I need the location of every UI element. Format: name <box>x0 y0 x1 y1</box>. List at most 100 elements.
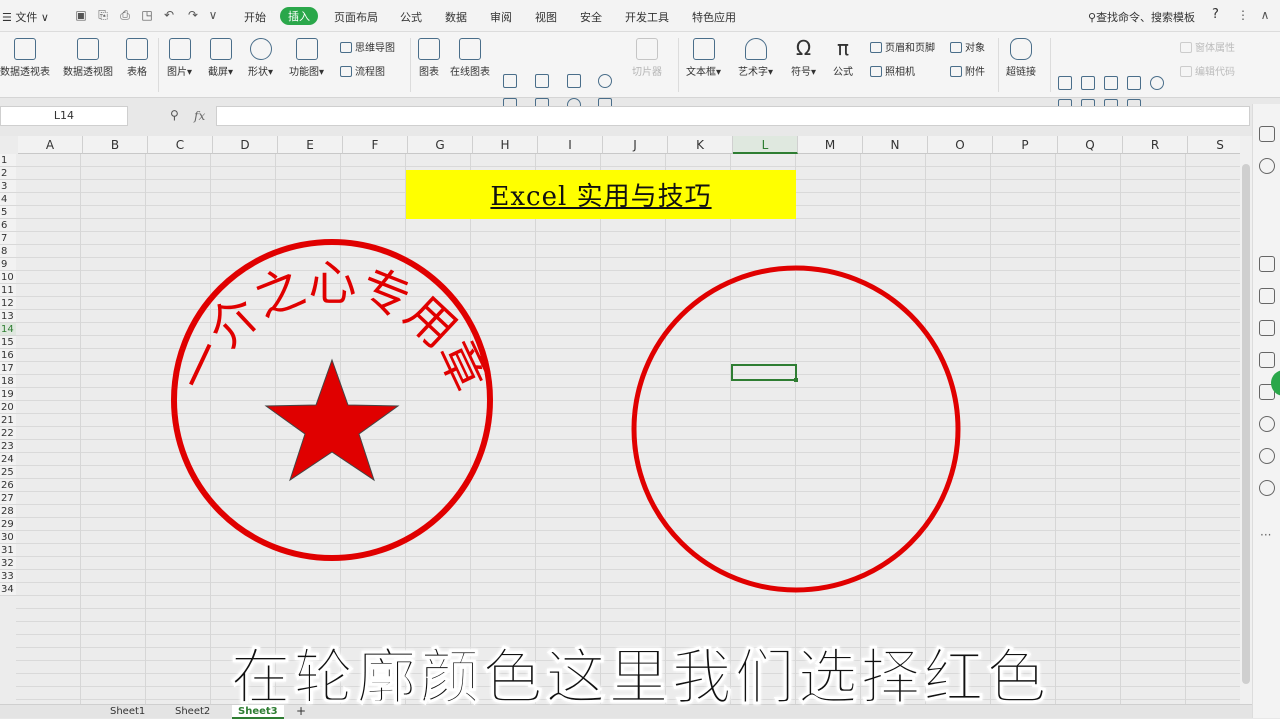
button-control-icon[interactable] <box>1081 76 1095 90</box>
column-header-i[interactable]: I <box>538 136 603 154</box>
star-outline-icon[interactable] <box>1259 288 1275 304</box>
archive-icon[interactable] <box>1259 320 1275 336</box>
column-header-s[interactable]: S <box>1188 136 1240 154</box>
column-header-h[interactable]: H <box>473 136 538 154</box>
column-header-n[interactable]: N <box>863 136 928 154</box>
column-header-b[interactable]: B <box>83 136 148 154</box>
row-header-23[interactable]: 23 <box>0 440 16 453</box>
column-header-c[interactable]: C <box>148 136 213 154</box>
collapse-icon[interactable]: ∧ <box>1258 8 1272 22</box>
pivot-chart-button[interactable]: 数据透视图 <box>63 38 113 78</box>
seal-stamp[interactable]: 一介之心专用章 <box>160 232 505 567</box>
line-chart-icon[interactable] <box>535 74 549 88</box>
pivot-table-button[interactable]: 数据透视表 <box>0 38 50 78</box>
row-header-11[interactable]: 11 <box>0 284 16 297</box>
column-header-o[interactable]: O <box>928 136 993 154</box>
textbox-button[interactable]: 文本框▾ <box>686 38 721 78</box>
title-cell[interactable]: Excel 实用与技巧 <box>406 170 796 219</box>
row-header-10[interactable]: 10 <box>0 271 16 284</box>
column-header-l[interactable]: L <box>733 136 798 154</box>
chart-button[interactable]: 图表 <box>418 38 440 78</box>
row-header-21[interactable]: 21 <box>0 414 16 427</box>
row-header-17[interactable]: 17 <box>0 362 16 375</box>
row-header-18[interactable]: 18 <box>0 375 16 388</box>
edit-code-button[interactable]: 编辑代码 <box>1180 66 1235 80</box>
tab-data[interactable]: 数据 <box>445 9 467 25</box>
column-header-d[interactable]: D <box>213 136 278 154</box>
camera-button[interactable]: 照相机 <box>870 66 915 80</box>
print-icon[interactable]: ⎙ <box>118 8 132 22</box>
row-header-2[interactable]: 2 <box>0 167 16 180</box>
zoom-search-icon[interactable]: ⚲ <box>170 108 179 122</box>
active-cell-selection[interactable] <box>731 364 798 382</box>
row-header-24[interactable]: 24 <box>0 453 16 466</box>
command-search[interactable]: ⚲查找命令、搜索模板 <box>1088 9 1195 25</box>
online-chart-button[interactable]: 在线图表 <box>450 38 490 78</box>
flowchart-button[interactable]: 流程图 <box>340 66 385 80</box>
wordart-button[interactable]: 艺术字▾ <box>738 38 773 78</box>
row-header-26[interactable]: 26 <box>0 479 16 492</box>
more-icon[interactable]: ⋮ <box>1236 8 1250 22</box>
tab-formulas[interactable]: 公式 <box>400 9 422 25</box>
shape-style-icon[interactable] <box>1259 158 1275 174</box>
tab-view[interactable]: 视图 <box>535 9 557 25</box>
tab-page-layout[interactable]: 页面布局 <box>334 9 378 25</box>
hyperlink-button[interactable]: 超链接 <box>1006 38 1036 78</box>
picture-button[interactable]: 图片▾ <box>167 38 192 78</box>
export-icon[interactable]: ⎘ <box>96 8 110 22</box>
row-header-25[interactable]: 25 <box>0 466 16 479</box>
row-header-5[interactable]: 5 <box>0 206 16 219</box>
scrollbar-thumb[interactable] <box>1242 164 1250 684</box>
print-preview-icon[interactable]: ◳ <box>140 8 154 22</box>
more-dots-icon[interactable]: ··· <box>1260 528 1271 542</box>
history-icon[interactable] <box>1259 448 1275 464</box>
area-chart-icon[interactable] <box>567 74 581 88</box>
row-header-22[interactable]: 22 <box>0 427 16 440</box>
equation-button[interactable]: π 公式 <box>832 38 854 78</box>
column-header-f[interactable]: F <box>343 136 408 154</box>
row-header-34[interactable]: 34 <box>0 583 16 596</box>
symbol-button[interactable]: Ω 符号▾ <box>791 38 816 78</box>
vertical-scrollbar[interactable] <box>1240 136 1252 704</box>
checkbox-control-icon[interactable] <box>1127 76 1141 90</box>
mindmap-button[interactable]: 思维导图 <box>340 42 395 56</box>
function-chart-button[interactable]: 功能图▾ <box>289 38 324 78</box>
row-header-28[interactable]: 28 <box>0 505 16 518</box>
radio-control-icon[interactable] <box>1150 76 1164 90</box>
tab-developer[interactable]: 开发工具 <box>625 9 669 25</box>
row-header-33[interactable]: 33 <box>0 570 16 583</box>
row-header-12[interactable]: 12 <box>0 297 16 310</box>
share-icon[interactable] <box>1259 352 1275 368</box>
screenshot-button[interactable]: 截屏▾ <box>208 38 233 78</box>
row-header-4[interactable]: 4 <box>0 193 16 206</box>
cursor-icon[interactable] <box>1259 126 1275 142</box>
row-header-14[interactable]: 14 <box>0 323 16 336</box>
gallery-icon[interactable] <box>1259 256 1275 272</box>
slicer-button[interactable]: 切片器 <box>632 38 662 78</box>
column-header-k[interactable]: K <box>668 136 733 154</box>
attachment-button[interactable]: 附件 <box>950 66 985 80</box>
form-properties-button[interactable]: 窗体属性 <box>1180 42 1235 56</box>
location-icon[interactable] <box>1259 416 1275 432</box>
file-menu[interactable]: ☰ 文件 ∨ <box>2 9 49 25</box>
row-header-31[interactable]: 31 <box>0 544 16 557</box>
column-header-m[interactable]: M <box>798 136 863 154</box>
row-header-19[interactable]: 19 <box>0 388 16 401</box>
column-header-g[interactable]: G <box>408 136 473 154</box>
label-control-icon[interactable] <box>1058 76 1072 90</box>
row-header-6[interactable]: 6 <box>0 219 16 232</box>
tab-special[interactable]: 特色应用 <box>692 9 736 25</box>
dropdown-icon[interactable]: ∨ <box>206 8 220 22</box>
undo-icon[interactable]: ↶ <box>162 8 176 22</box>
frame-control-icon[interactable] <box>1104 76 1118 90</box>
row-header-29[interactable]: 29 <box>0 518 16 531</box>
column-header-e[interactable]: E <box>278 136 343 154</box>
formula-input[interactable] <box>216 106 1250 126</box>
name-box[interactable]: L14 <box>0 106 128 126</box>
circle-shape[interactable] <box>626 262 966 596</box>
help-icon[interactable]: ? <box>1212 7 1219 22</box>
tab-review[interactable]: 审阅 <box>490 9 512 25</box>
row-header-9[interactable]: 9 <box>0 258 16 271</box>
tab-insert[interactable]: 插入 <box>280 7 318 25</box>
column-header-p[interactable]: P <box>993 136 1058 154</box>
